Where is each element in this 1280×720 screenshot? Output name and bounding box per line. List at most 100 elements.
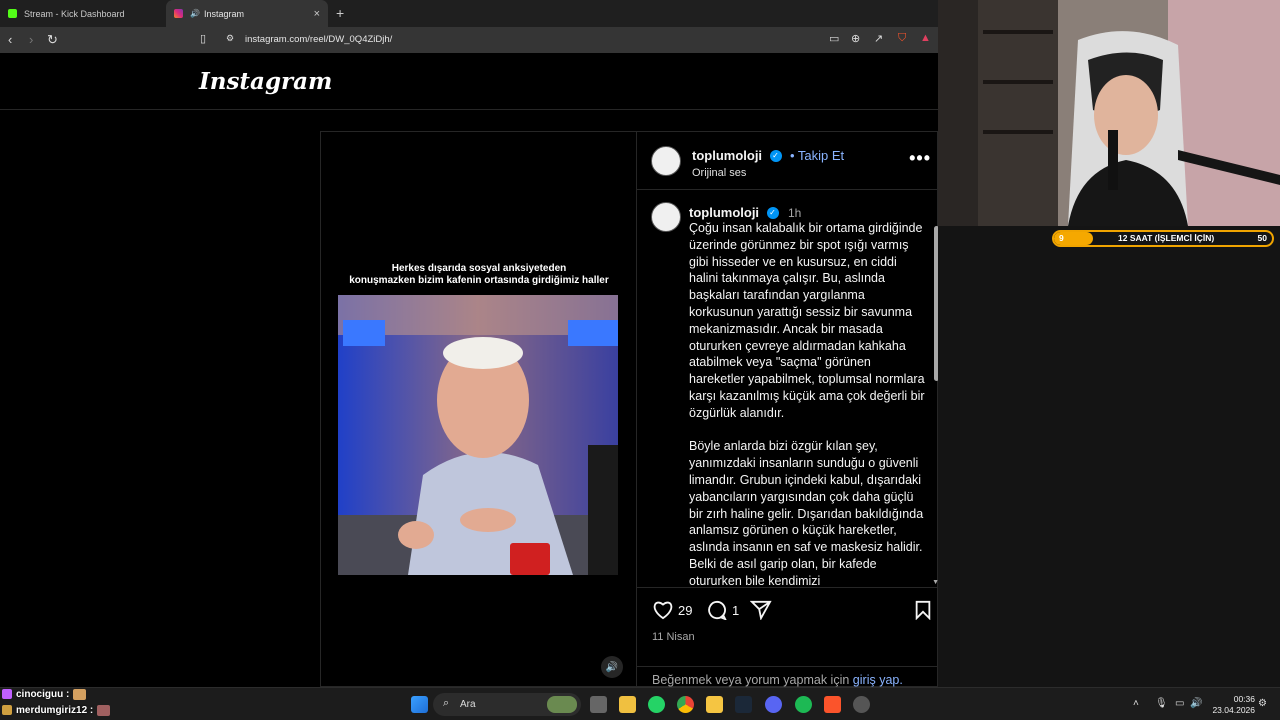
site-info-icon[interactable]: ⚙: [226, 33, 234, 44]
steam-icon[interactable]: [735, 696, 752, 713]
caption-text: Çoğu insan kalabalık bir ortama girdiğin…: [689, 220, 929, 586]
reel-caption-line1: Herkes dışarıda sosyal anksiyeteden: [391, 263, 567, 274]
share-action[interactable]: [750, 600, 776, 620]
instagram-header: Instagram: [0, 53, 938, 110]
forward-icon[interactable]: ›: [29, 32, 33, 48]
share-icon[interactable]: ↗: [874, 32, 883, 45]
tab-title: Instagram: [203, 8, 244, 19]
chat-badge-icon: [2, 705, 12, 715]
tab-kick-dashboard[interactable]: Stream - Kick Dashboard: [0, 0, 166, 27]
instagram-logo[interactable]: Instagram: [199, 68, 332, 95]
caption-area[interactable]: toplumoloji ✓ 1h Çoğu insan kalabalık bi…: [637, 191, 939, 586]
notification-icon[interactable]: ⚙: [1258, 698, 1267, 709]
search-highlight-icon: [547, 696, 577, 713]
chat-message: cinociguu :: [0, 686, 200, 702]
kick-favicon-icon: [8, 9, 17, 18]
author-avatar[interactable]: [651, 146, 681, 176]
stream-goal-progress: 9 12 SAAT (İŞLEMCİ İÇİN) 50: [1052, 230, 1274, 247]
caption-paragraph: Böyle anlarda bizi özgür kılan şey, yanı…: [689, 439, 924, 586]
task-view-icon[interactable]: [590, 696, 607, 713]
windows-start-icon[interactable]: [411, 696, 428, 713]
speaker-icon: 🔊: [190, 9, 200, 18]
taskbar-search[interactable]: ⌕ Ara: [433, 693, 581, 716]
taskbar-clock[interactable]: 00:36 23.04.2026: [1207, 694, 1255, 716]
chrome-icon[interactable]: [677, 696, 694, 713]
network-icon[interactable]: ▭: [1175, 698, 1184, 709]
back-icon[interactable]: ‹: [8, 32, 12, 48]
chat-username: merdumgiriz12 :: [16, 704, 94, 716]
like-action[interactable]: 29: [652, 600, 692, 620]
goal-label: 12 SAAT (İŞLEMCİ İÇİN): [1118, 233, 1215, 243]
volume-icon[interactable]: 🔊: [1190, 698, 1202, 709]
audio-toggle-button[interactable]: 🔊: [601, 656, 623, 678]
like-count: 29: [678, 602, 693, 618]
post-header: toplumoloji ✓ • Takip Et Orijinal ses ••…: [637, 132, 939, 190]
caption-username[interactable]: toplumoloji: [689, 205, 759, 220]
heart-icon: [653, 601, 673, 620]
instagram-favicon-icon: [174, 9, 183, 18]
login-link[interactable]: giriş yap.: [853, 673, 903, 687]
follow-button[interactable]: • Takip Et: [790, 148, 844, 163]
zoom-icon[interactable]: ⊕: [851, 32, 860, 45]
comment-action[interactable]: 1: [706, 600, 739, 620]
goal-current: 9: [1059, 233, 1064, 243]
screen: Stream - Kick Dashboard 🔊 Instagram × + …: [0, 0, 1280, 720]
goal-target: 50: [1257, 233, 1267, 243]
stream-chat-overlay: cinociguu : merdumgiriz12 :: [0, 686, 200, 718]
webcam-feed: [938, 0, 1280, 226]
browser-toolbar: ‹ › ↻ ▯ ⚙ instagram.com/reel/DW_0Q4ZiDjh…: [0, 27, 938, 53]
stream-background: [938, 226, 1280, 687]
verified-badge-icon: ✓: [766, 206, 779, 219]
chat-emote-icon: [97, 704, 111, 716]
author-username[interactable]: toplumoloji: [692, 148, 762, 163]
spotify-icon[interactable]: [795, 696, 812, 713]
post-date: 11 Nisan: [652, 631, 695, 643]
search-icon: ⌕: [443, 697, 450, 709]
comment-icon: [708, 600, 727, 620]
whatsapp-icon[interactable]: [648, 696, 665, 713]
chat-badge-icon: [2, 689, 12, 699]
reel-video-frame[interactable]: [338, 295, 618, 575]
save-action[interactable]: [914, 600, 936, 620]
brave-icon[interactable]: [824, 696, 841, 713]
folder-icon[interactable]: [706, 696, 723, 713]
reel-caption-line2: konuşmazken bizim kafenin ortasında gird…: [349, 275, 609, 286]
bookmark-save-icon: [915, 600, 931, 620]
microphone-icon[interactable]: 🎙: [1155, 698, 1168, 709]
file-explorer-icon[interactable]: [619, 696, 636, 713]
post-sidebar: toplumoloji ✓ • Takip Et Orijinal ses ••…: [636, 131, 939, 688]
clock-time: 00:36: [1233, 694, 1255, 704]
reel-caption: Herkes dışarıda sosyal anksiyeteden konu…: [321, 263, 637, 287]
discord-icon[interactable]: [765, 696, 782, 713]
author-info: toplumoloji ✓ • Takip Et Orijinal ses: [692, 147, 844, 179]
webcam-image: [938, 0, 1280, 226]
chat-username: cinociguu :: [16, 688, 70, 700]
reel-player[interactable]: Herkes dışarıda sosyal anksiyeteden konu…: [320, 131, 636, 687]
caption-avatar[interactable]: [651, 202, 681, 232]
brave-shield-icon[interactable]: ⛉: [898, 32, 906, 45]
comment-count: 1: [732, 602, 740, 618]
url-text: instagram.com/reel/DW_0Q4ZiDjh/: [245, 34, 393, 45]
settings-app-icon[interactable]: [853, 696, 870, 713]
tray-overflow-icon[interactable]: ˄: [1133, 698, 1139, 709]
more-options-icon[interactable]: •••: [909, 148, 931, 169]
instagram-page: Instagram Herkes dışarıda sosyal anksiye…: [0, 53, 939, 688]
tab-instagram[interactable]: 🔊 Instagram ×: [166, 0, 328, 27]
brave-rewards-icon[interactable]: ▲: [920, 32, 931, 44]
audio-label[interactable]: Orijinal ses: [692, 167, 844, 179]
clock-date: 23.04.2026: [1212, 705, 1255, 715]
close-tab-icon[interactable]: ×: [314, 8, 320, 20]
caption-paragraph: Çoğu insan kalabalık bir ortama girdiğin…: [689, 221, 925, 420]
send-icon: [750, 600, 772, 620]
search-placeholder: Ara: [460, 699, 476, 710]
address-bar[interactable]: ▯ ⚙ instagram.com/reel/DW_0Q4ZiDjh/: [194, 30, 936, 50]
reload-icon[interactable]: ↻: [47, 32, 58, 48]
cast-icon[interactable]: ▭: [829, 32, 839, 45]
bookmark-icon[interactable]: ▯: [200, 32, 206, 45]
chat-message: merdumgiriz12 :: [0, 702, 200, 718]
new-tab-button[interactable]: +: [336, 5, 344, 21]
post-time: 1h: [787, 206, 802, 220]
post-actions: 29 1 11 Nisan Beğenmek veya yorum yapmak…: [637, 587, 939, 688]
chat-emote-icon: [73, 688, 87, 700]
video-still-image: [338, 295, 618, 575]
